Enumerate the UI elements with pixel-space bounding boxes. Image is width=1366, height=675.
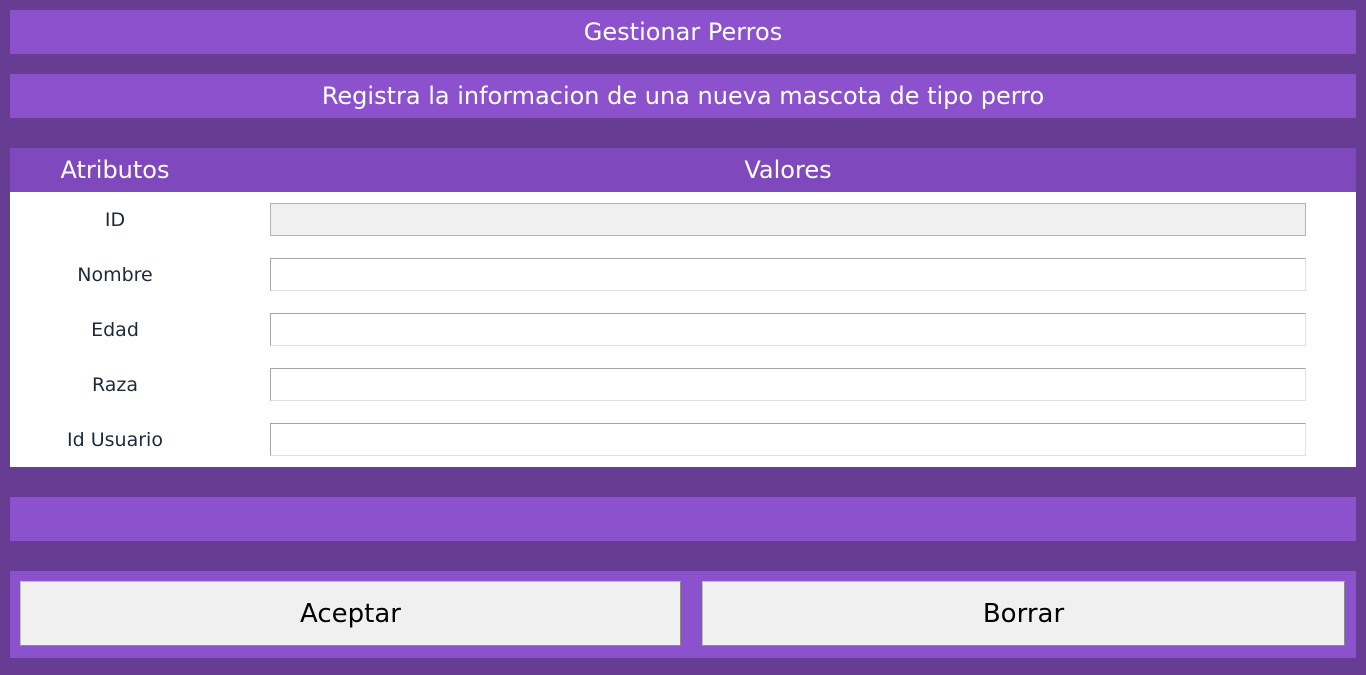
- edad-label: Edad: [91, 318, 139, 341]
- nombre-label: Nombre: [77, 263, 153, 286]
- id-field[interactable]: [270, 203, 1306, 236]
- accept-button[interactable]: Aceptar: [20, 581, 681, 646]
- raza-label: Raza: [91, 373, 139, 396]
- column-header-attributes: Atributos: [60, 156, 170, 184]
- table-row-raza: Raza: [10, 368, 1356, 401]
- table-header: Atributos Valores: [10, 148, 1356, 192]
- page-title-bar: Gestionar Perros: [10, 10, 1356, 54]
- id-usuario-field[interactable]: [270, 423, 1306, 456]
- table-row-id: ID: [10, 203, 1356, 236]
- nombre-field[interactable]: [270, 258, 1306, 291]
- edad-field[interactable]: [270, 313, 1306, 346]
- table-row-nombre: Nombre: [10, 258, 1356, 291]
- raza-field[interactable]: [270, 368, 1306, 401]
- table-row-edad: Edad: [10, 313, 1356, 346]
- page-subtitle: Registra la informacion de una nueva mas…: [321, 82, 1045, 110]
- clear-button[interactable]: Borrar: [702, 581, 1345, 646]
- page-subtitle-bar: Registra la informacion de una nueva mas…: [10, 74, 1356, 118]
- column-header-values: Valores: [744, 156, 832, 184]
- attributes-table: Atributos Valores ID Nombre Edad Raza Id…: [10, 148, 1356, 467]
- status-message-bar: [10, 497, 1356, 541]
- page-title: Gestionar Perros: [583, 18, 783, 46]
- table-row-id-usuario: Id Usuario: [10, 423, 1356, 456]
- id-label: ID: [104, 208, 126, 231]
- id-usuario-label: Id Usuario: [67, 428, 163, 451]
- button-panel: Aceptar Borrar: [10, 571, 1356, 658]
